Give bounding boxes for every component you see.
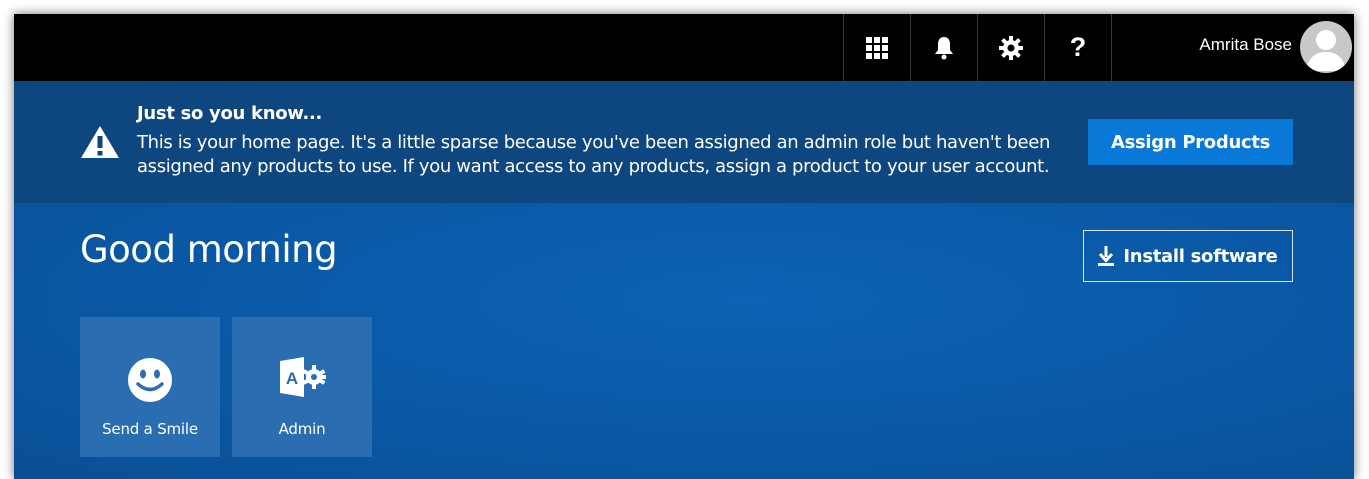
bell-icon bbox=[935, 36, 953, 59]
settings-button[interactable] bbox=[977, 14, 1044, 81]
help-button[interactable]: ? bbox=[1044, 14, 1111, 81]
user-name[interactable]: Amrita Bose bbox=[1199, 34, 1292, 56]
tile-label: Admin bbox=[278, 420, 326, 438]
help-icon: ? bbox=[1069, 32, 1087, 62]
download-icon bbox=[1098, 246, 1115, 266]
home-main-area: Good morning Install software Send a Smi… bbox=[14, 203, 1354, 479]
install-software-label: Install software bbox=[1123, 245, 1278, 267]
notifications-button[interactable] bbox=[910, 14, 977, 81]
app-launcher-button[interactable] bbox=[843, 14, 910, 81]
greeting-heading: Good morning bbox=[80, 228, 338, 271]
gear-icon bbox=[999, 35, 1023, 60]
app-launcher-icon bbox=[866, 36, 888, 59]
admin-icon: A bbox=[280, 357, 326, 397]
avatar[interactable] bbox=[1300, 21, 1352, 73]
warning-icon bbox=[81, 126, 119, 158]
app-window: ? Amrita Bose Just so you know... This i… bbox=[14, 14, 1354, 479]
notice-banner: Just so you know... This is your home pa… bbox=[14, 81, 1354, 203]
tile-admin[interactable]: A Admin bbox=[232, 317, 372, 457]
top-navigation-bar: ? Amrita Bose bbox=[14, 14, 1354, 81]
assign-products-button[interactable]: Assign Products bbox=[1088, 119, 1293, 165]
svg-text:A: A bbox=[286, 369, 298, 388]
notice-message: This is your home page. It's a little sp… bbox=[137, 132, 1051, 177]
person-icon bbox=[1306, 30, 1346, 71]
tile-send-a-smile[interactable]: Send a Smile bbox=[80, 317, 220, 457]
notice-title: Just so you know... bbox=[137, 103, 323, 124]
smiley-icon bbox=[128, 358, 172, 402]
install-software-button[interactable]: Install software bbox=[1083, 230, 1293, 282]
topbar-divider bbox=[1111, 14, 1112, 81]
tile-label: Send a Smile bbox=[102, 420, 198, 438]
